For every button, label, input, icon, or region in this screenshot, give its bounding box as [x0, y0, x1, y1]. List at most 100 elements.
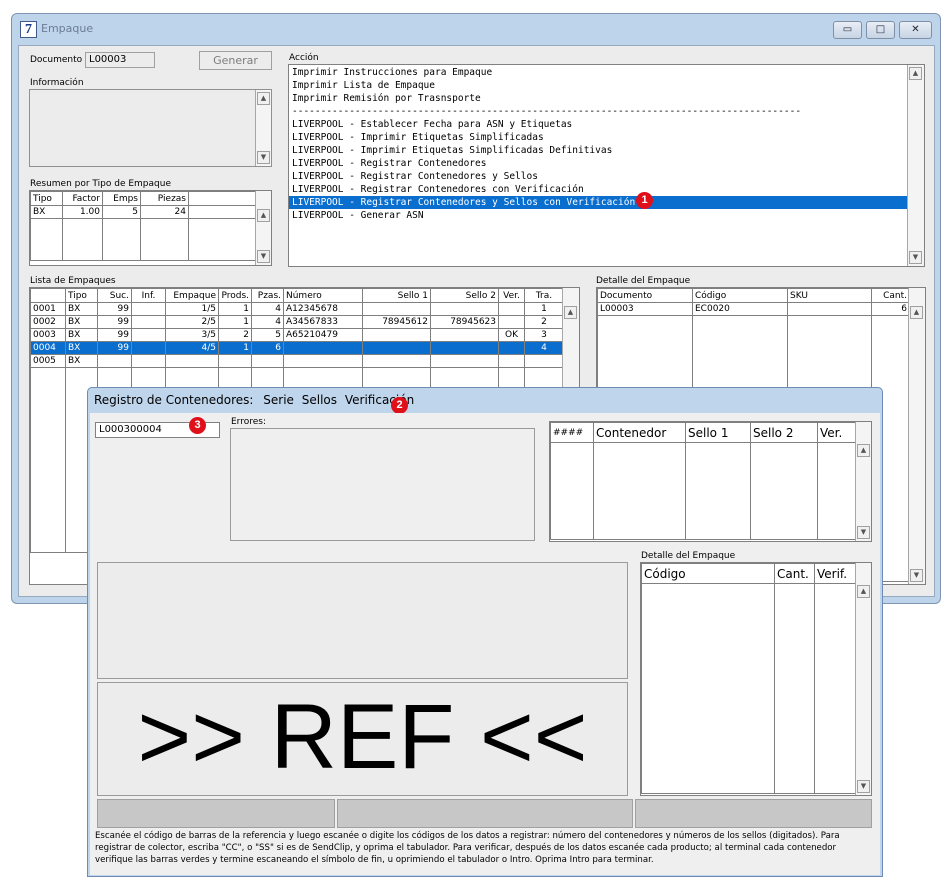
- column-header[interactable]: Número: [283, 288, 363, 303]
- scroll-down-icon[interactable]: ▼: [857, 526, 870, 539]
- scroll-down-icon[interactable]: ▼: [909, 251, 922, 264]
- accion-item[interactable]: LIVERPOOL - Generar ASN: [289, 209, 908, 222]
- table-cell: 1: [218, 302, 252, 316]
- table-cell: 4/5: [165, 341, 219, 355]
- table-row[interactable]: BX 1.00 5 24: [30, 205, 256, 219]
- column-header[interactable]: Empaque: [165, 288, 219, 303]
- scroll-down-icon[interactable]: ▼: [910, 569, 923, 582]
- menu-sellos[interactable]: Sellos: [302, 393, 337, 407]
- table-row[interactable]: L00003 EC0020 6: [597, 302, 910, 316]
- column-header[interactable]: Factor: [62, 191, 103, 206]
- accion-list-box: Imprimir Instrucciones para Empaque Impr…: [288, 64, 925, 267]
- table-row-selected[interactable]: 0004 BX 99 4/5 1 6 4: [30, 341, 564, 355]
- column-header[interactable]: Código: [692, 288, 788, 303]
- table-cell: [131, 302, 166, 316]
- table-row[interactable]: 0002 BX 99 2/5 1 4 A34567833 78945612 78945623 2: [30, 315, 564, 329]
- accion-item[interactable]: Imprimir Instrucciones para Empaque: [289, 66, 908, 79]
- accion-item[interactable]: LIVERPOOL - Registrar Contenedores y Sel…: [289, 170, 908, 183]
- scroll-up-icon[interactable]: ▲: [857, 585, 870, 598]
- table-cell: 1: [524, 302, 564, 316]
- table-cell: [430, 302, 499, 316]
- column-header[interactable]: Prods.: [218, 288, 252, 303]
- scroll-up-icon[interactable]: ▲: [909, 67, 922, 80]
- accion-scrollbar[interactable]: ▲ ▼: [907, 65, 924, 266]
- column-header[interactable]: Tipo: [30, 191, 63, 206]
- column-header[interactable]: Verif.: [814, 563, 856, 584]
- table-cell: 2: [218, 328, 252, 342]
- informacion-box[interactable]: ▲ ▼: [29, 89, 272, 167]
- contenedor-scrollbar[interactable]: ▲ ▼: [855, 422, 871, 541]
- column-header[interactable]: Sello 1: [362, 288, 431, 303]
- scroll-up-icon[interactable]: ▲: [910, 306, 923, 319]
- column-header[interactable]: Código: [641, 563, 775, 584]
- prompt-panel: >> REF <<: [97, 682, 628, 796]
- menu-title: Registro de Contenedores:: [94, 393, 254, 407]
- table-cell: [498, 302, 525, 316]
- table-row[interactable]: 0001 BX 99 1/5 1 4 A12345678 1: [30, 302, 564, 316]
- accion-item[interactable]: LIVERPOOL - Registrar Contenedores con V…: [289, 183, 908, 196]
- column-header[interactable]: Ver.: [498, 288, 525, 303]
- accion-item[interactable]: LIVERPOOL - Imprimir Etiquetas Simplific…: [289, 131, 908, 144]
- scroll-down-icon[interactable]: ▼: [257, 250, 270, 263]
- column-header[interactable]: ####: [550, 422, 594, 443]
- resumen-scrollbar[interactable]: ▲ ▼: [255, 191, 271, 265]
- table-cell: BX: [65, 315, 98, 329]
- accion-item[interactable]: LIVERPOOL - Registrar Contenedores: [289, 157, 908, 170]
- table-cell: [165, 354, 219, 368]
- scroll-up-icon[interactable]: ▲: [564, 306, 577, 319]
- table-cell: [188, 205, 256, 219]
- table-cell: [362, 341, 431, 355]
- column-header[interactable]: Documento: [597, 288, 693, 303]
- window-title: Empaque: [41, 22, 94, 35]
- accion-item[interactable]: Imprimir Lista de Empaque: [289, 79, 908, 92]
- generar-button[interactable]: Generar: [199, 51, 272, 70]
- accion-item[interactable]: LIVERPOOL - Imprimir Etiquetas Simplific…: [289, 144, 908, 157]
- column-header[interactable]: Contenedor: [593, 422, 686, 443]
- table-cell: BX: [65, 354, 98, 368]
- column-header[interactable]: Sello 1: [685, 422, 751, 443]
- column-header[interactable]: Sello 2: [750, 422, 818, 443]
- scroll-down-icon[interactable]: ▼: [857, 780, 870, 793]
- column-header[interactable]: Tipo: [65, 288, 98, 303]
- column-header[interactable]: Inf.: [131, 288, 166, 303]
- accion-item[interactable]: LIVERPOOL - Establecer Fecha para ASN y …: [289, 118, 908, 131]
- accion-item-selected[interactable]: LIVERPOOL - Registrar Contenedores y Sel…: [289, 196, 908, 209]
- scroll-down-icon[interactable]: ▼: [257, 151, 270, 164]
- table-cell: L00003: [597, 302, 693, 316]
- column-header[interactable]: Ver.: [817, 422, 857, 443]
- table-cell: 6: [251, 341, 284, 355]
- table-cell: 78945612: [362, 315, 431, 329]
- table-cell: [97, 354, 132, 368]
- column-header[interactable]: [30, 288, 66, 303]
- table-cell: 99: [97, 328, 132, 342]
- marker-badge: 2: [391, 397, 408, 414]
- column-header[interactable]: Piezas: [140, 191, 189, 206]
- table-row[interactable]: 0005 BX: [30, 354, 564, 368]
- column-header[interactable]: Sello 2: [430, 288, 499, 303]
- table-cell: 99: [97, 302, 132, 316]
- column-header[interactable]: Emps: [102, 191, 141, 206]
- column-header[interactable]: Pzas.: [251, 288, 284, 303]
- column-header[interactable]: SKU: [787, 288, 872, 303]
- menu-serie[interactable]: Serie: [263, 393, 294, 407]
- minimize-button[interactable]: ▭: [833, 21, 862, 39]
- maximize-button[interactable]: □: [866, 21, 895, 39]
- resumen-table-box: Tipo Factor Emps Piezas BX 1.00 5 24 ▲ ▼: [29, 190, 272, 266]
- table-row[interactable]: 0003 BX 99 3/5 2 5 A65210479 OK 3: [30, 328, 564, 342]
- scroll-up-icon[interactable]: ▲: [257, 209, 270, 222]
- column-header[interactable]: Cant.: [774, 563, 815, 584]
- table-cell: [251, 354, 284, 368]
- scroll-up-icon[interactable]: ▲: [257, 92, 270, 105]
- column-header[interactable]: Tra.: [524, 288, 564, 303]
- column-header[interactable]: Suc.: [97, 288, 132, 303]
- scroll-up-icon[interactable]: ▲: [857, 444, 870, 457]
- table-cell: 0001: [30, 302, 66, 316]
- documento-field[interactable]: L00003: [85, 52, 155, 68]
- detalle-scrollbar[interactable]: ▲ ▼: [908, 288, 925, 584]
- dialog-detalle-scrollbar[interactable]: ▲ ▼: [855, 563, 871, 795]
- close-button[interactable]: ✕: [899, 21, 932, 39]
- table-cell: [218, 354, 252, 368]
- informacion-scrollbar[interactable]: ▲ ▼: [255, 90, 271, 166]
- column-header[interactable]: Cant.: [871, 288, 910, 303]
- accion-item[interactable]: Imprimir Remisión por Trasnsporte: [289, 92, 908, 105]
